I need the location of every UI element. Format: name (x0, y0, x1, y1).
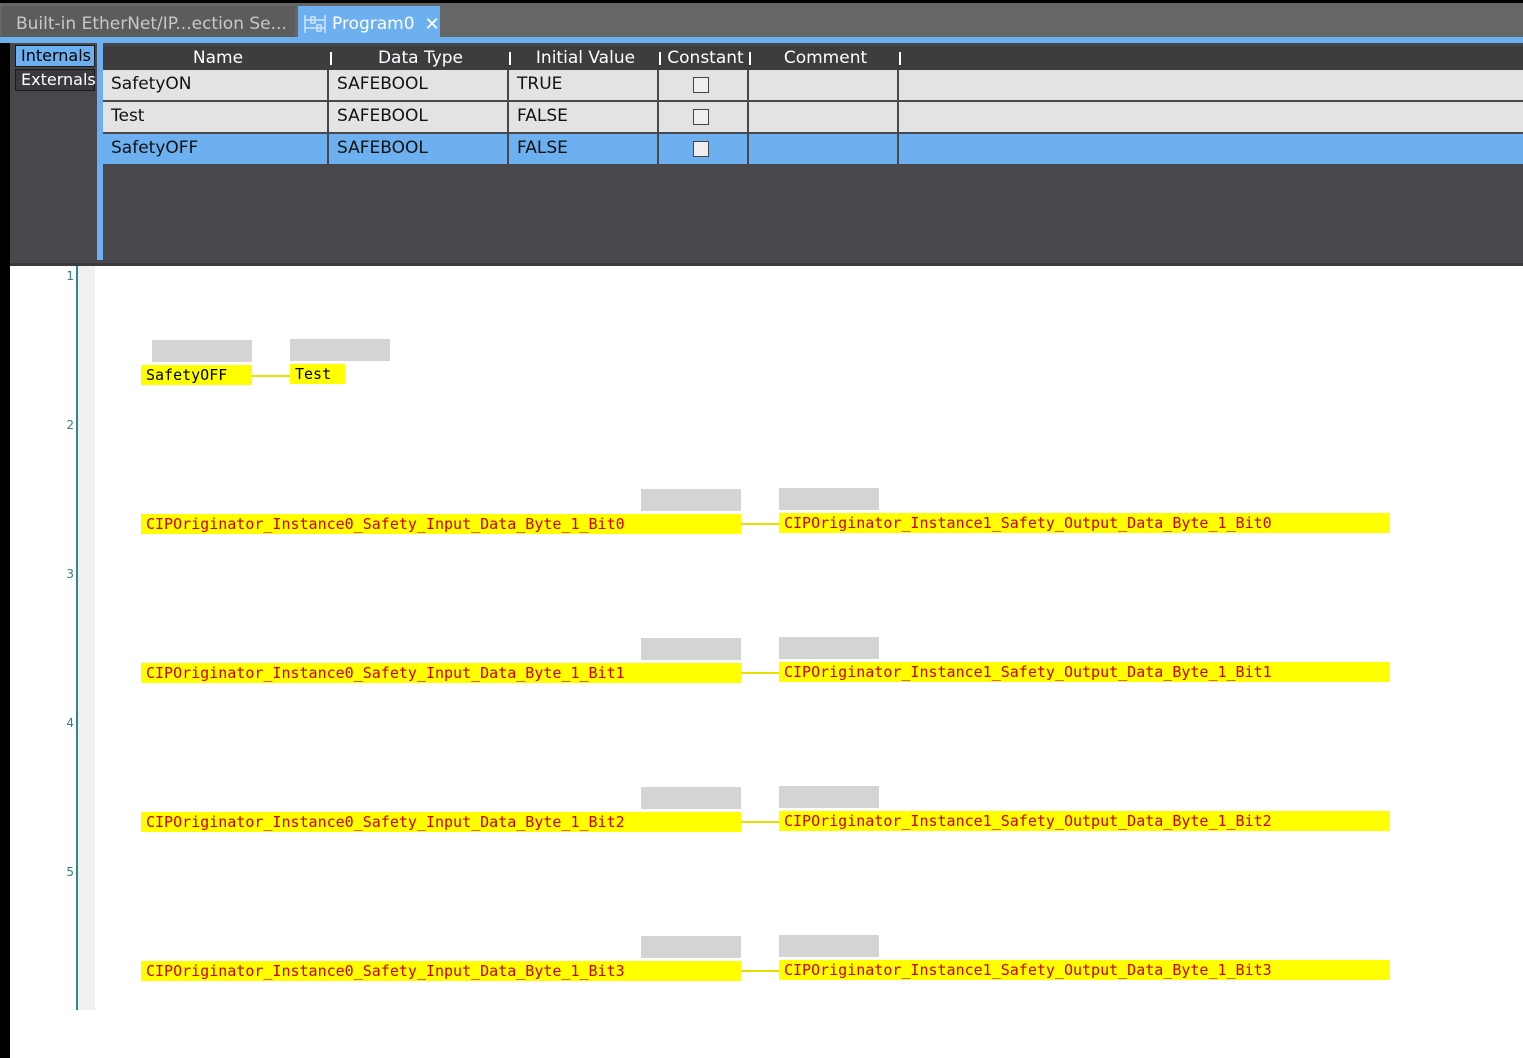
table-header: Name Data Type Initial Value Constant Co… (103, 46, 1523, 70)
tab-label: Built-in EtherNet/IP...ection Se... (16, 14, 287, 34)
contact-symbol[interactable] (152, 340, 252, 362)
cell-comment[interactable] (749, 70, 899, 100)
tab-externals[interactable]: Externals (15, 69, 96, 91)
rung-number: 2 (66, 418, 74, 432)
column-header-comment[interactable]: Comment (753, 47, 898, 69)
cell-data-type[interactable]: SAFEBOOL (329, 134, 509, 164)
rung-number: 3 (66, 567, 74, 581)
rung-wire (741, 672, 779, 674)
cell-name[interactable]: Test (103, 102, 329, 132)
column-resizer[interactable] (659, 52, 661, 65)
cell-comment[interactable] (749, 134, 899, 164)
input-variable-label[interactable]: CIPOriginator_Instance0_Safety_Input_Dat… (141, 663, 741, 683)
close-icon[interactable]: ✕ (425, 14, 440, 35)
column-header-name[interactable]: Name (103, 47, 333, 69)
column-header-initial-value[interactable]: Initial Value (513, 47, 658, 69)
output-variable-label[interactable]: CIPOriginator_Instance1_Safety_Output_Da… (779, 662, 1390, 682)
input-variable-label[interactable]: CIPOriginator_Instance0_Safety_Input_Dat… (141, 961, 741, 981)
rung-wire (252, 375, 290, 377)
input-variable-label[interactable]: CIPOriginator_Instance0_Safety_Input_Dat… (141, 514, 741, 534)
rail-margin (78, 266, 95, 1010)
output-variable-label[interactable]: CIPOriginator_Instance1_Safety_Output_Da… (779, 811, 1390, 831)
rung-number: 1 (66, 269, 74, 283)
rung-number-gutter: 1 2 3 4 5 (10, 266, 78, 1010)
input-variable-label[interactable]: CIPOriginator_Instance0_Safety_Input_Dat… (141, 812, 741, 832)
constant-checkbox[interactable] (693, 77, 709, 93)
output-variable-label[interactable]: CIPOriginator_Instance1_Safety_Output_Da… (779, 513, 1390, 533)
variable-table-panel: Internals Externals Name Data Type Initi… (10, 43, 1523, 263)
cell-initial-value[interactable]: TRUE (509, 70, 659, 100)
table-row[interactable]: Test SAFEBOOL FALSE (103, 102, 1523, 134)
rung-number: 4 (66, 716, 74, 730)
table-row[interactable]: SafetyON SAFEBOOL TRUE (103, 70, 1523, 102)
column-resizer[interactable] (749, 52, 751, 65)
input-variable-label[interactable]: SafetyOFF (141, 365, 252, 385)
column-resizer[interactable] (509, 52, 511, 65)
cell-name[interactable]: SafetyON (103, 70, 329, 100)
output-variable-label[interactable]: Test (290, 364, 345, 384)
contact-symbol[interactable] (641, 787, 741, 809)
output-variable-label[interactable]: CIPOriginator_Instance1_Safety_Output_Da… (779, 960, 1390, 980)
tab-label: Program0 (332, 14, 415, 34)
column-resizer[interactable] (899, 52, 901, 65)
tab-internals[interactable]: Internals (15, 45, 95, 67)
constant-checkbox[interactable] (693, 109, 709, 125)
coil-symbol[interactable] (779, 786, 879, 808)
coil-symbol[interactable] (779, 935, 879, 957)
cell-comment[interactable] (749, 102, 899, 132)
rung-wire (741, 970, 779, 972)
rung-number: 5 (66, 865, 74, 879)
contact-symbol[interactable] (641, 638, 741, 660)
column-resizer[interactable] (330, 52, 332, 65)
table-row-selected[interactable]: SafetyOFF SAFEBOOL FALSE (103, 134, 1523, 166)
ladder-program-icon (304, 15, 326, 33)
contact-symbol[interactable] (641, 936, 741, 958)
coil-symbol[interactable] (779, 488, 879, 510)
column-header-constant[interactable]: Constant (663, 47, 748, 69)
cell-constant (659, 134, 749, 164)
coil-symbol[interactable] (779, 637, 879, 659)
cell-initial-value[interactable]: FALSE (509, 134, 659, 164)
rung-wire (741, 523, 779, 525)
document-tab-bar: Built-in EtherNet/IP...ection Se... Prog… (0, 3, 1523, 42)
contact-symbol[interactable] (641, 489, 741, 511)
cell-constant (659, 70, 749, 100)
cell-name[interactable]: SafetyOFF (103, 134, 329, 164)
cell-data-type[interactable]: SAFEBOOL (329, 70, 509, 100)
coil-symbol[interactable] (290, 339, 390, 361)
cell-constant (659, 102, 749, 132)
cell-data-type[interactable]: SAFEBOOL (329, 102, 509, 132)
constant-checkbox[interactable] (693, 141, 709, 157)
cell-initial-value[interactable]: FALSE (509, 102, 659, 132)
ladder-editor[interactable]: 1 2 3 4 5 SafetyOFF Test CIPOriginator_I… (10, 266, 1523, 1058)
rung-wire (741, 821, 779, 823)
column-header-data-type[interactable]: Data Type (333, 47, 508, 69)
variable-table: Name Data Type Initial Value Constant Co… (103, 46, 1523, 166)
